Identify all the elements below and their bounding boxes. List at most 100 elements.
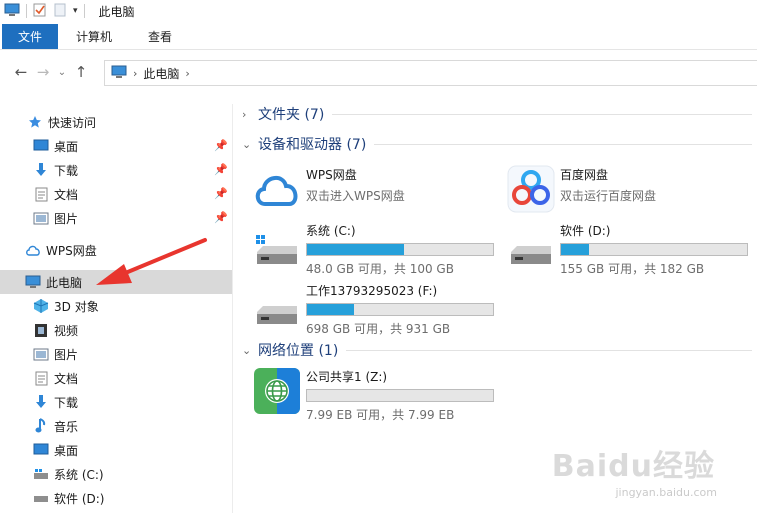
sidebar-item-label: 文档 bbox=[54, 371, 79, 386]
sidebar-item-drive-d[interactable]: 软件 (D:) bbox=[0, 486, 232, 510]
tile-name: 百度网盘 bbox=[560, 168, 609, 182]
sidebar-item-drive-c[interactable]: 系统 (C:) bbox=[0, 462, 232, 486]
drive-usage-fill bbox=[561, 244, 589, 255]
download-icon bbox=[32, 161, 50, 179]
drive-icon bbox=[32, 489, 50, 507]
sidebar-item-label: 桌面 bbox=[54, 139, 79, 154]
sidebar-item-label: WPS网盘 bbox=[46, 243, 97, 258]
new-folder-icon[interactable] bbox=[53, 3, 67, 20]
address-bar[interactable]: › 此电脑 › bbox=[104, 60, 757, 86]
group-title: 网络位置 (1) bbox=[258, 343, 339, 359]
group-header-network[interactable]: ⌄ 网络位置 (1) bbox=[242, 340, 752, 360]
sidebar-item-label: 此电脑 bbox=[46, 275, 83, 290]
customize-quick-access-icon[interactable]: ▾ bbox=[73, 6, 78, 16]
sidebar-item-quick-access[interactable]: 快速访问 bbox=[0, 110, 232, 134]
drive-usage-bar bbox=[306, 303, 494, 316]
sidebar-item-label: 音乐 bbox=[54, 419, 79, 434]
drive-icon bbox=[252, 280, 302, 330]
sidebar-item-3d-objects[interactable]: 3D 对象 bbox=[0, 294, 232, 318]
desktop-icon bbox=[32, 441, 50, 459]
tab-file[interactable]: 文件 bbox=[2, 24, 59, 49]
sidebar-item-label: 下载 bbox=[54, 163, 79, 178]
music-icon bbox=[32, 417, 50, 435]
chevron-down-icon[interactable]: ⌄ bbox=[242, 344, 256, 357]
drive-tile-c[interactable]: 系统 (C:) 48.0 GB 可用，共 100 GB bbox=[252, 220, 494, 277]
download-icon bbox=[32, 393, 50, 411]
navigation-bar: ← → ⌄ ↑ › 此电脑 › bbox=[0, 56, 757, 88]
sidebar-item-desktop[interactable]: 桌面 bbox=[0, 438, 232, 462]
sidebar-item-music[interactable]: 音乐 bbox=[0, 414, 232, 438]
computer-icon[interactable] bbox=[4, 3, 20, 20]
sidebar-item-label: 图片 bbox=[54, 211, 79, 226]
sidebar-item-pictures[interactable]: 图片 📌 bbox=[0, 206, 232, 230]
sidebar-item-pictures[interactable]: 图片 bbox=[0, 342, 232, 366]
pictures-icon bbox=[32, 345, 50, 363]
sidebar-item-label: 桌面 bbox=[54, 443, 79, 458]
tab-computer[interactable]: 计算机 bbox=[58, 24, 130, 49]
forward-arrow-icon[interactable]: → bbox=[32, 63, 54, 81]
tab-view[interactable]: 查看 bbox=[130, 24, 190, 49]
desktop-icon bbox=[32, 137, 50, 155]
watermark-url: jingyan.baidu.com bbox=[615, 486, 717, 499]
pin-icon[interactable]: 📌 bbox=[214, 211, 228, 224]
drive-free-space: 698 GB 可用，共 931 GB bbox=[306, 322, 451, 336]
group-title: 文件夹 (7) bbox=[258, 107, 325, 123]
chevron-right-icon[interactable]: › bbox=[242, 108, 256, 121]
network-tile-z[interactable]: 公司共享1 (Z:) 7.99 EB 可用，共 7.99 EB bbox=[252, 366, 494, 423]
sidebar-item-downloads[interactable]: 下载 bbox=[0, 390, 232, 414]
drive-tile-f[interactable]: 工作13793295023 (F:) 698 GB 可用，共 931 GB bbox=[252, 280, 494, 337]
drive-name: 系统 (C:) bbox=[306, 224, 356, 238]
sidebar-item-this-pc[interactable]: 此电脑 bbox=[0, 270, 232, 294]
document-icon bbox=[32, 185, 50, 203]
pictures-icon bbox=[32, 209, 50, 227]
group-header-folders[interactable]: › 文件夹 (7) bbox=[242, 104, 752, 124]
document-icon bbox=[32, 369, 50, 387]
properties-icon[interactable] bbox=[33, 3, 47, 20]
divider bbox=[374, 143, 752, 145]
tile-subtitle: 双击进入WPS网盘 bbox=[306, 189, 405, 203]
drive-usage-fill bbox=[307, 304, 354, 315]
drive-icon bbox=[32, 465, 50, 483]
sidebar-item-documents[interactable]: 文档 bbox=[0, 366, 232, 390]
divider bbox=[346, 349, 752, 351]
pin-icon[interactable]: 📌 bbox=[214, 139, 228, 152]
sidebar-item-label: 快速访问 bbox=[48, 115, 97, 130]
recent-locations-icon[interactable]: ⌄ bbox=[54, 67, 70, 78]
sidebar-item-wps[interactable]: WPS网盘 bbox=[0, 238, 232, 262]
sidebar-item-videos[interactable]: 视频 bbox=[0, 318, 232, 342]
sidebar-item-label: 视频 bbox=[54, 323, 79, 338]
drive-tile-d[interactable]: 软件 (D:) 155 GB 可用，共 182 GB bbox=[506, 220, 748, 277]
app-tile-wps[interactable]: WPS网盘 双击进入WPS网盘 bbox=[252, 164, 405, 214]
group-header-devices[interactable]: ⌄ 设备和驱动器 (7) bbox=[242, 134, 752, 154]
breadcrumb-this-pc[interactable]: 此电脑 bbox=[143, 65, 179, 82]
app-tile-baidu[interactable]: 百度网盘 双击运行百度网盘 bbox=[506, 164, 656, 214]
divider bbox=[83, 4, 85, 18]
drive-usage-bar bbox=[306, 243, 494, 256]
window-title: 此电脑 bbox=[98, 4, 135, 19]
drive-name: 公司共享1 (Z:) bbox=[306, 370, 388, 384]
sidebar-item-desktop[interactable]: 桌面 📌 bbox=[0, 134, 232, 158]
video-icon bbox=[32, 321, 50, 339]
pin-icon[interactable]: 📌 bbox=[214, 163, 228, 176]
drive-usage-fill bbox=[307, 244, 404, 255]
computer-icon bbox=[24, 273, 42, 291]
sidebar-item-documents[interactable]: 文档 📌 bbox=[0, 182, 232, 206]
drive-usage-bar bbox=[560, 243, 748, 256]
chevron-right-icon[interactable]: › bbox=[185, 67, 189, 80]
pin-icon[interactable]: 📌 bbox=[214, 187, 228, 200]
drive-icon bbox=[506, 220, 556, 270]
divider bbox=[332, 113, 752, 115]
tile-subtitle: 双击运行百度网盘 bbox=[560, 189, 657, 203]
sidebar-item-label: 3D 对象 bbox=[54, 299, 99, 314]
3d-objects-icon bbox=[32, 297, 50, 315]
sidebar-item-downloads[interactable]: 下载 📌 bbox=[0, 158, 232, 182]
up-arrow-icon[interactable]: ↑ bbox=[70, 63, 92, 81]
drive-free-space: 48.0 GB 可用，共 100 GB bbox=[306, 262, 454, 276]
chevron-down-icon[interactable]: ⌄ bbox=[242, 138, 256, 151]
chevron-right-icon[interactable]: › bbox=[133, 67, 137, 80]
drive-name: 软件 (D:) bbox=[560, 224, 611, 238]
computer-icon bbox=[111, 65, 127, 82]
divider bbox=[26, 4, 27, 18]
back-arrow-icon[interactable]: ← bbox=[10, 63, 32, 81]
drive-usage-bar bbox=[306, 389, 494, 402]
